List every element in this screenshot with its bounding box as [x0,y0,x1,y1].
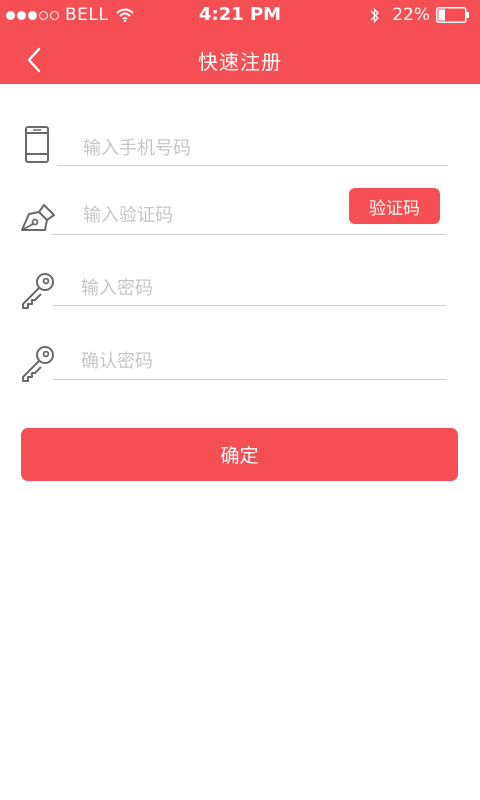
verification-underline [52,234,446,235]
phone-input[interactable] [57,130,447,166]
password-underline [53,305,446,306]
confirm-password-input[interactable] [55,343,445,379]
carrier-name: BELL [65,5,109,25]
page-title: 快速注册 [198,50,282,74]
status-right: 22% [370,5,470,25]
confirm-password-field-row [0,331,480,391]
signal-dot [17,10,26,20]
bluetooth-icon [370,7,380,23]
back-button[interactable] [16,44,52,76]
key-icon [22,273,54,309]
phone-icon [25,126,49,163]
signal-dot [39,10,48,20]
signal-dot [50,10,59,20]
password-field-row [0,258,480,318]
pen-icon [21,204,55,231]
battery-percentage: 22% [392,5,430,25]
battery-icon [436,7,469,23]
status-left: BELL [6,5,135,25]
verification-code-input[interactable] [57,197,347,233]
signal-dot [6,10,15,20]
signal-strength-icon [6,10,59,20]
wifi-icon [116,8,135,22]
phone-underline [57,165,448,166]
key-icon [22,346,54,382]
password-input[interactable] [55,270,445,306]
signal-dot [28,10,37,20]
confirm-button[interactable]: 确定 [21,428,458,481]
phone-field-row [0,118,480,178]
confirm-password-underline [53,379,446,380]
status-bar: BELL 4:21 PM 22% [0,0,480,30]
header-bar: BELL 4:21 PM 22% 快速注册 [0,0,480,84]
chevron-left-icon [27,47,41,73]
nav-bar: 快速注册 [0,38,480,82]
status-time: 4:21 PM [198,4,282,25]
get-verification-code-button[interactable]: 验证码 [349,188,440,224]
